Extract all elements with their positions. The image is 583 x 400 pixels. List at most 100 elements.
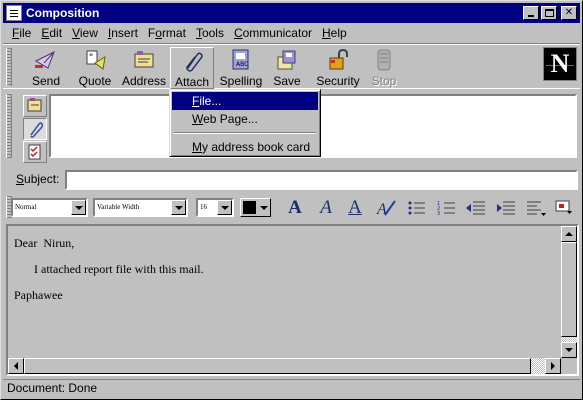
horizontal-scrollbar[interactable] xyxy=(8,358,561,374)
message-body-editor[interactable]: Dear Nirun, I attached report file with … xyxy=(6,224,579,376)
status-text: Document: Done xyxy=(7,381,98,395)
svg-text:ABC: ABC xyxy=(236,61,248,68)
close-button[interactable]: ✕ xyxy=(561,6,577,20)
spelling-icon: ABC xyxy=(232,49,249,70)
menu-insert[interactable]: Insert xyxy=(103,26,143,40)
scrollbar-corner xyxy=(561,358,577,374)
greeting-line: Dear Nirun, xyxy=(14,236,75,250)
quote-label: Quote xyxy=(78,74,112,88)
bullet-list-icon[interactable] xyxy=(406,199,428,217)
scroll-down-button[interactable] xyxy=(561,342,577,358)
numbered-list-icon[interactable]: 1 2 3 xyxy=(436,199,458,217)
message-body-text[interactable]: Dear Nirun, I attached report file with … xyxy=(14,236,557,354)
vertical-scroll-thumb[interactable] xyxy=(561,242,577,337)
signature-line: Paphawee xyxy=(14,288,63,302)
subject-label: Subject: xyxy=(16,172,60,186)
decrease-indent-icon[interactable] xyxy=(465,199,487,217)
quote-icon: " xyxy=(86,50,106,70)
italic-icon[interactable]: A xyxy=(315,198,337,217)
menu-help[interactable]: Help xyxy=(317,26,352,40)
paragraph-style-value: Normal xyxy=(15,203,37,211)
address-label: Address xyxy=(121,74,167,88)
save-button[interactable]: Save xyxy=(268,47,306,89)
maximize-icon xyxy=(544,9,554,17)
maximize-button[interactable] xyxy=(541,6,557,20)
tab-message-options[interactable] xyxy=(23,141,47,163)
menu-tools[interactable]: Tools xyxy=(191,26,229,40)
close-icon: ✕ xyxy=(564,7,574,18)
title-bar[interactable]: Composition ✕ xyxy=(3,3,580,23)
address-icon xyxy=(134,51,154,68)
chevron-down-icon[interactable] xyxy=(217,200,232,215)
spelling-label: Spelling xyxy=(219,74,263,88)
send-icon xyxy=(34,50,55,69)
address-tabs xyxy=(23,95,47,164)
bold-icon[interactable]: A xyxy=(284,198,306,217)
attach-icon xyxy=(186,52,203,72)
subject-input[interactable] xyxy=(65,170,578,190)
menu-edit[interactable]: Edit xyxy=(36,26,67,40)
scroll-up-button[interactable] xyxy=(561,226,577,242)
menu-item-attach-web-page[interactable]: Web Page... xyxy=(172,110,318,128)
security-button[interactable]: Security xyxy=(314,47,362,89)
minimize-icon xyxy=(528,15,534,17)
menu-item-attach-file[interactable]: File... xyxy=(172,92,318,110)
toolbar-grip[interactable] xyxy=(6,48,12,86)
tab-address-recipients[interactable] xyxy=(23,95,47,117)
composition-app-icon[interactable] xyxy=(6,5,22,21)
clear-styles-icon[interactable]: A xyxy=(375,199,397,218)
paperclip-icon xyxy=(30,122,44,138)
insert-object-icon[interactable] xyxy=(553,199,575,217)
stop-button[interactable]: Stop xyxy=(366,47,402,89)
stop-label: Stop xyxy=(371,74,397,88)
netscape-logo[interactable]: N xyxy=(543,47,577,81)
svg-text:": " xyxy=(89,53,93,63)
scroll-left-button[interactable] xyxy=(8,358,24,374)
paragraph-style-select[interactable]: Normal xyxy=(11,198,88,217)
menu-separator xyxy=(174,132,316,134)
horizontal-scroll-thumb[interactable] xyxy=(24,358,531,374)
security-icon xyxy=(329,49,348,70)
font-size-value: 16 xyxy=(200,203,207,211)
attach-button[interactable]: Attach xyxy=(170,47,214,89)
svg-text:3: 3 xyxy=(437,211,440,217)
menu-bar: File Edit View Insert Format Tools Commu… xyxy=(3,23,580,42)
menu-format[interactable]: Format xyxy=(143,26,191,40)
scroll-right-button[interactable] xyxy=(545,358,561,374)
formatting-toolbar: Normal Variable Width 16 A A A A 1 2 3 xyxy=(3,194,580,220)
menu-file[interactable]: File xyxy=(7,26,36,40)
options-checklist-icon xyxy=(28,144,41,160)
menu-view[interactable]: View xyxy=(67,26,103,40)
font-select[interactable]: Variable Width xyxy=(93,198,188,217)
tab-attachments[interactable] xyxy=(23,118,47,140)
spelling-button[interactable]: ABC Spelling xyxy=(218,47,264,89)
chevron-down-icon[interactable] xyxy=(71,200,86,215)
font-value: Variable Width xyxy=(97,203,140,211)
attach-menu: File... Web Page... My address book card xyxy=(169,89,321,157)
attach-label: Attach xyxy=(174,75,210,89)
subject-row: Subject: xyxy=(3,166,580,190)
send-label: Send xyxy=(31,74,61,88)
vertical-scrollbar[interactable] xyxy=(561,226,577,358)
window-title: Composition xyxy=(26,6,100,20)
font-size-select[interactable]: 16 xyxy=(196,198,234,217)
menu-communicator[interactable]: Communicator xyxy=(229,26,317,40)
text-color-swatch xyxy=(243,201,256,214)
minimize-button[interactable] xyxy=(523,6,539,20)
send-button[interactable]: Send xyxy=(25,47,67,89)
save-label: Save xyxy=(273,74,301,88)
quote-button[interactable]: " Quote xyxy=(73,47,117,89)
save-icon xyxy=(277,50,296,70)
recipients-card-icon xyxy=(27,98,42,112)
chevron-down-icon[interactable] xyxy=(171,200,186,215)
security-label: Security xyxy=(316,74,360,88)
increase-indent-icon[interactable] xyxy=(495,199,517,217)
text-color-button[interactable] xyxy=(240,198,271,217)
align-icon[interactable] xyxy=(525,199,547,217)
underline-icon[interactable]: A xyxy=(344,198,366,217)
address-pane-grip[interactable] xyxy=(6,94,12,158)
body-line: I attached report file with this mail. xyxy=(34,262,204,276)
netscape-logo-letter: N xyxy=(550,49,570,78)
menu-item-attach-address-card[interactable]: My address book card xyxy=(172,138,318,156)
address-button[interactable]: Address xyxy=(121,47,167,89)
